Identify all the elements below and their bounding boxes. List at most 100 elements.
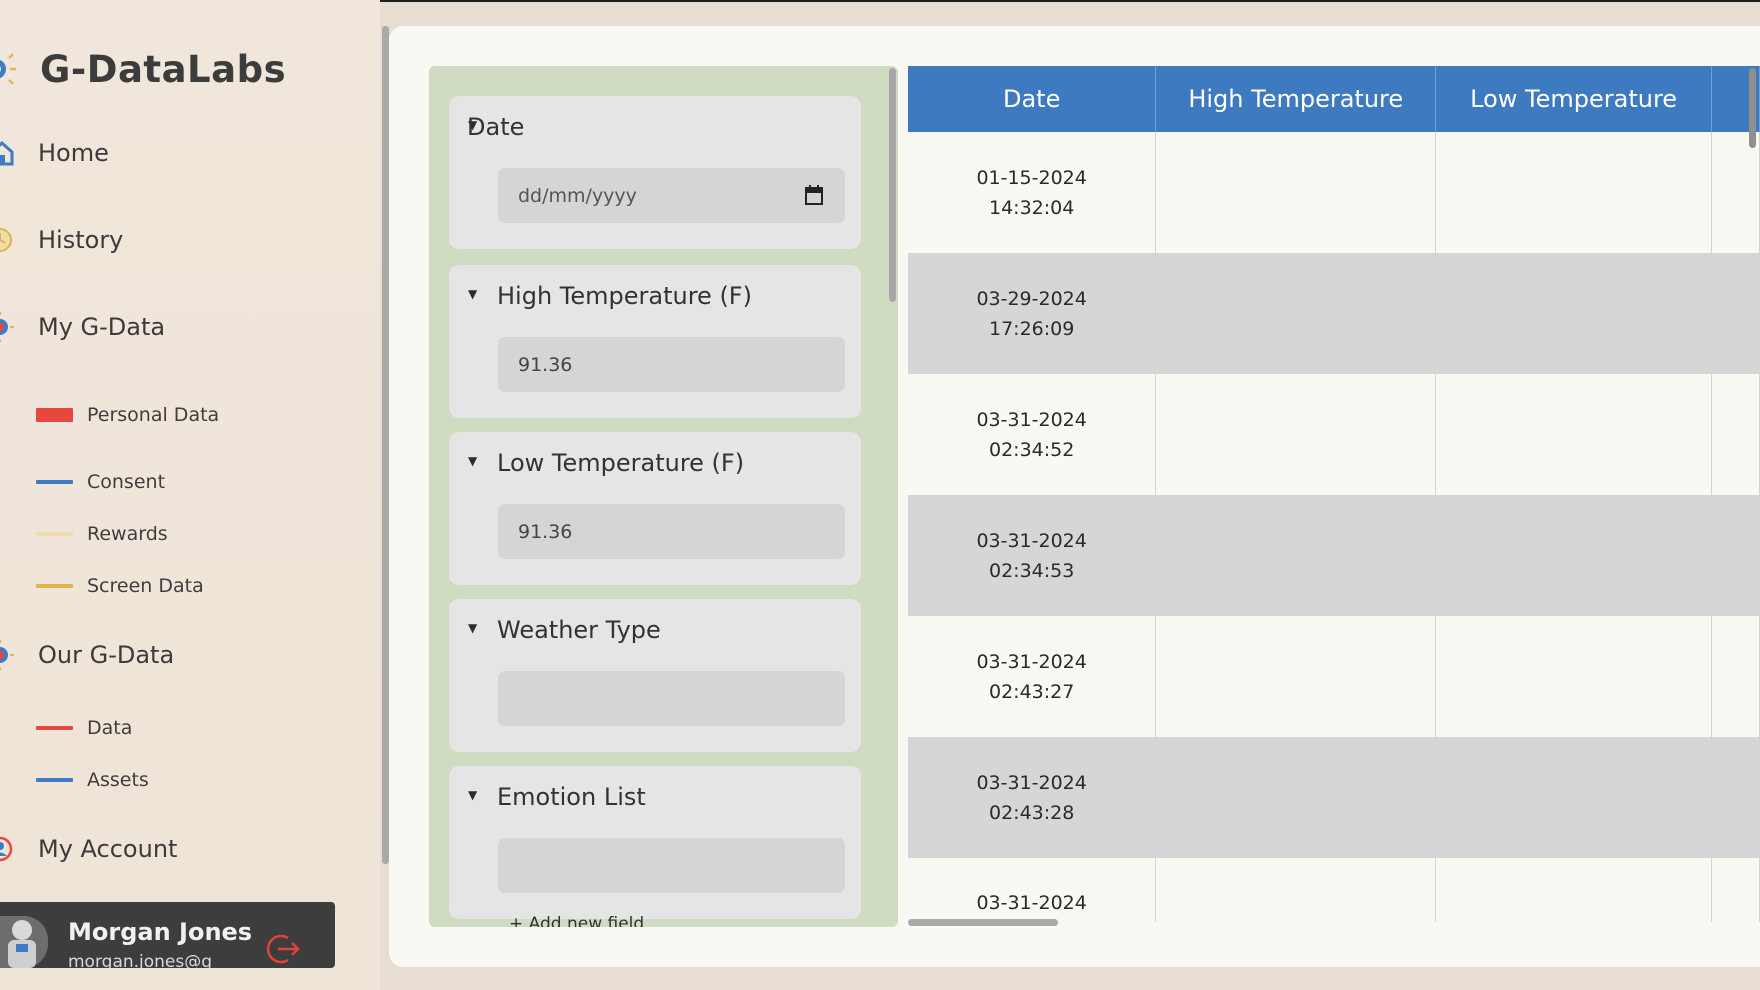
table-row[interactable]: 03-31-2024 02:43:28 (908, 737, 1760, 858)
high-temperature-cell (1155, 616, 1437, 737)
user-card[interactable]: Morgan Jones morgan.jones@g (0, 902, 335, 968)
field-card-weather-type: ▼ Weather Type (449, 599, 861, 752)
extra-cell (1711, 374, 1760, 495)
date-value: 03-31-2024 (976, 771, 1087, 794)
nav-history[interactable]: History (0, 220, 123, 260)
sub-item-consent[interactable]: Consent (36, 467, 165, 497)
time-value: 02:34:53 (988, 559, 1075, 582)
date-cell: 03-31-2024 02:34:53 (908, 495, 1157, 616)
date-cell: 03-29-2024 17:26:09 (908, 253, 1157, 374)
field-label: Emotion List (497, 783, 646, 811)
time-value: 02:34:52 (988, 438, 1075, 461)
date-cell: 03-31-2024 02:43:28 (908, 737, 1157, 858)
date-cell: 01-15-2024 14:32:04 (908, 132, 1157, 253)
table-row[interactable]: 03-31-2024 02:34:52 (908, 374, 1760, 495)
collapse-caret-icon[interactable]: ▼ (468, 788, 477, 802)
avatar (0, 916, 48, 968)
date-cell: 03-31-2024 (908, 858, 1157, 922)
nav-my-gdata-label: My G-Data (38, 313, 166, 341)
high-temperature-cell (1155, 253, 1437, 374)
high-temperature-cell (1155, 858, 1437, 922)
nav-my-account-label: My Account (38, 835, 178, 863)
column-header-high-temperature[interactable]: High Temperature (1155, 66, 1437, 132)
time-value: 02:43:28 (988, 801, 1075, 824)
date-input[interactable] (498, 168, 845, 223)
screen-data-swatch (36, 584, 73, 588)
calendar-icon[interactable] (805, 185, 823, 205)
nav-our-gdata-label: Our G-Data (38, 641, 175, 669)
user-email: morgan.jones@g (68, 952, 213, 968)
table-row[interactable]: 03-31-2024 02:43:27 (908, 616, 1760, 737)
personal-data-swatch (36, 408, 73, 422)
low-temperature-cell (1435, 132, 1713, 253)
g-data-icon (0, 640, 14, 670)
sub-item-label: Screen Data (87, 575, 204, 597)
data-table-container: Date High Temperature Low Temperature 01… (908, 66, 1760, 922)
field-card-low-temperature: ▼ Low Temperature (F) (449, 432, 861, 585)
date-value: 03-31-2024 (976, 892, 1087, 914)
logout-icon[interactable] (266, 932, 302, 966)
date-value: 03-31-2024 (976, 408, 1087, 431)
column-header-low-temperature[interactable]: Low Temperature (1435, 66, 1713, 132)
form-scrollbar[interactable] (889, 68, 896, 302)
sub-item-label: Rewards (87, 523, 168, 545)
sub-item-rewards[interactable]: Rewards (36, 519, 168, 549)
high-temperature-input[interactable] (498, 337, 845, 392)
sub-item-screen-data[interactable]: Screen Data (36, 571, 204, 601)
low-temperature-cell (1435, 374, 1713, 495)
column-header-date[interactable]: Date (908, 66, 1157, 132)
sub-item-label: Data (87, 717, 133, 739)
entry-form-panel: ▼ Date ▼ High Temperature (F) ▼ Low Temp… (429, 66, 898, 927)
extra-cell (1711, 858, 1760, 922)
brand-logo[interactable]: G-DataLabs (0, 44, 286, 94)
date-value: 03-31-2024 (976, 529, 1087, 552)
sub-item-data[interactable]: Data (36, 713, 132, 743)
field-label: Low Temperature (F) (497, 449, 745, 477)
nav-history-label: History (38, 226, 124, 254)
emotion-list-input[interactable] (498, 838, 845, 893)
sub-item-label: Consent (87, 471, 166, 493)
sidebar-scrollbar[interactable] (382, 26, 389, 864)
date-value: 01-15-2024 (976, 166, 1087, 189)
extra-cell (1711, 132, 1760, 253)
gear-sun-logo-icon (0, 53, 16, 85)
table-row[interactable]: 03-29-2024 17:26:09 (908, 253, 1760, 374)
nav-home[interactable]: Home (0, 133, 109, 173)
sidebar: G-DataLabs Home History My G-Data Person… (0, 0, 380, 990)
g-data-icon (0, 312, 14, 342)
collapse-caret-icon[interactable]: ▼ (468, 287, 477, 301)
date-value: 03-31-2024 (976, 650, 1087, 673)
high-temperature-cell (1155, 495, 1437, 616)
sub-item-assets[interactable]: Assets (36, 765, 149, 795)
field-card-date: ▼ Date (449, 96, 861, 249)
field-card-high-temperature: ▼ High Temperature (F) (449, 265, 861, 418)
home-icon (0, 140, 14, 166)
extra-cell (1711, 616, 1760, 737)
collapse-caret-icon[interactable]: ▼ (468, 621, 477, 635)
low-temperature-cell (1435, 495, 1713, 616)
time-value: 17:26:09 (988, 317, 1075, 340)
table-vertical-scrollbar[interactable] (1749, 68, 1756, 148)
high-temperature-cell (1155, 132, 1437, 253)
low-temperature-input[interactable] (498, 504, 845, 559)
data-table: Date High Temperature Low Temperature 01… (908, 66, 1760, 922)
extra-cell (1711, 253, 1760, 374)
table-row[interactable]: 03-31-2024 02:34:53 (908, 495, 1760, 616)
weather-type-input[interactable] (498, 671, 845, 726)
table-horizontal-scrollbar[interactable] (908, 919, 1058, 926)
nav-home-label: Home (38, 139, 109, 167)
field-label: High Temperature (F) (497, 282, 752, 310)
nav-my-account[interactable]: My Account (0, 829, 177, 869)
table-row[interactable]: 03-31-2024 (908, 858, 1760, 922)
sub-item-personal-data[interactable]: Personal Data (36, 400, 219, 430)
low-temperature-cell (1435, 616, 1713, 737)
low-temperature-cell (1435, 737, 1713, 858)
collapse-caret-icon[interactable]: ▼ (468, 454, 477, 468)
high-temperature-cell (1155, 737, 1437, 858)
astronaut-avatar-icon (8, 920, 36, 968)
time-value: 02:43:27 (988, 680, 1075, 703)
nav-our-gdata[interactable]: Our G-Data (0, 635, 174, 675)
table-row[interactable]: 01-15-2024 14:32:04 (908, 132, 1760, 253)
add-new-field-button[interactable]: + Add new field (509, 914, 644, 927)
nav-my-gdata[interactable]: My G-Data (0, 307, 165, 347)
